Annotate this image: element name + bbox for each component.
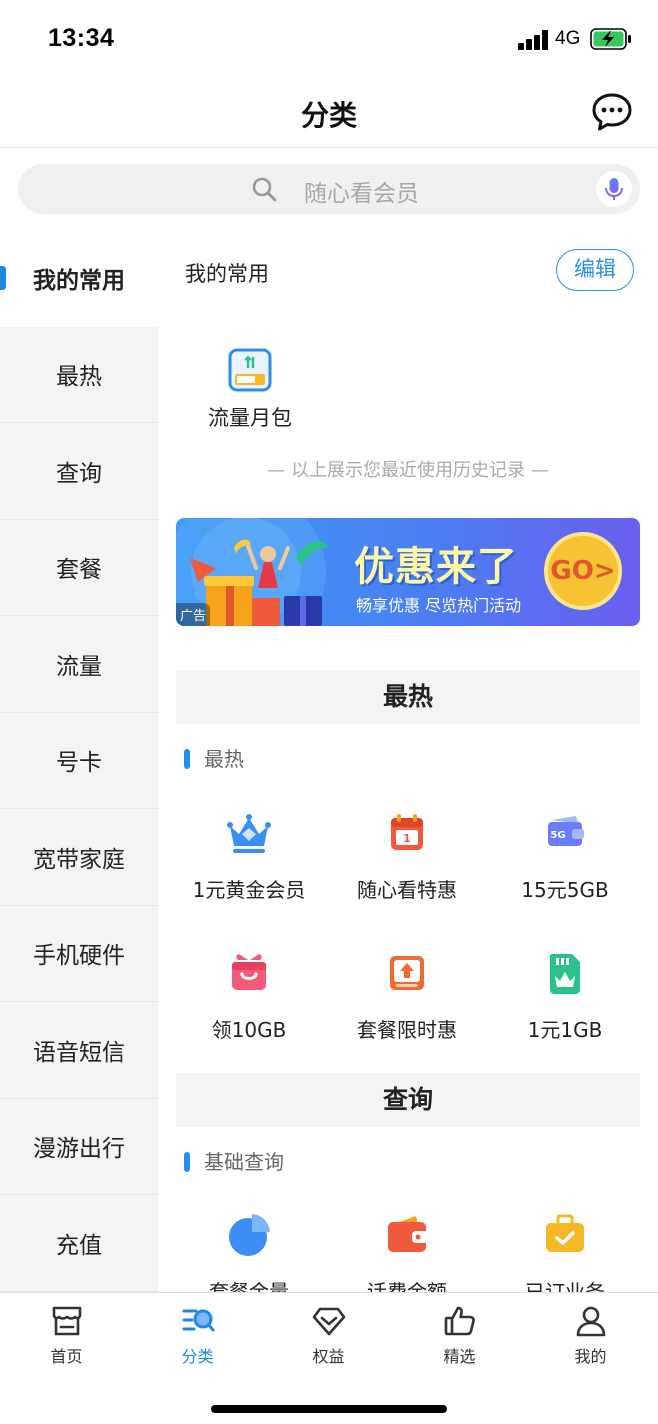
sidebar-item-favorites[interactable]: 我的常用 bbox=[0, 230, 158, 327]
tab-label: 首页 bbox=[50, 1347, 83, 1366]
tab-label: 分类 bbox=[181, 1347, 214, 1366]
diamond-icon bbox=[312, 1307, 345, 1336]
nav-bar: 分类 bbox=[0, 78, 658, 148]
grid-item-label: 1元黄金会员 bbox=[192, 878, 306, 902]
svg-text:1: 1 bbox=[403, 832, 411, 845]
home-indicator bbox=[211, 1405, 447, 1413]
grid-item-plan-limited-offer[interactable]: 套餐限时惠 bbox=[332, 948, 482, 1043]
sidebar-item-hot[interactable]: 最热 bbox=[0, 327, 158, 423]
banner-subtitle: 畅享优惠 尽览热门活动 bbox=[356, 596, 522, 615]
favorite-item-label: 流量月包 bbox=[208, 406, 292, 430]
grid-item-label: 套餐余量 bbox=[209, 1280, 289, 1292]
status-bar: 13:34 4G bbox=[0, 0, 658, 78]
status-time: 13:34 bbox=[48, 24, 115, 52]
sidebar-item-label: 最热 bbox=[56, 364, 102, 391]
sidebar-item-roaming[interactable]: 漫游出行 bbox=[0, 1099, 158, 1195]
edit-button[interactable]: 编辑 bbox=[556, 249, 634, 291]
search-icon bbox=[252, 177, 277, 202]
sim-card-icon bbox=[550, 954, 580, 994]
search-placeholder: 随心看会员 bbox=[304, 181, 419, 207]
subsection-title-basic-query: 基础查询 bbox=[184, 1150, 284, 1174]
category-search-icon bbox=[182, 1309, 214, 1332]
section-title-hot: 最热 bbox=[176, 670, 640, 724]
microphone-icon bbox=[605, 178, 623, 200]
sidebar-item-label: 语音短信 bbox=[33, 1039, 125, 1066]
grid-item-phone-balance[interactable]: 话费余额 bbox=[332, 1210, 482, 1292]
favorite-item[interactable]: 流量月包 bbox=[198, 348, 302, 432]
tab-mine[interactable]: 我的 bbox=[525, 1303, 656, 1367]
svg-text:5G: 5G bbox=[550, 830, 565, 841]
grid-item-plan-balance[interactable]: 套餐余量 bbox=[174, 1210, 324, 1292]
grid-item-claim-10gb[interactable]: 领10GB bbox=[174, 948, 324, 1043]
tab-home[interactable]: 首页 bbox=[1, 1303, 132, 1367]
grid-item-label: 领10GB bbox=[211, 1018, 287, 1042]
grid-item-1gb-deal[interactable]: 1元1GB bbox=[490, 948, 640, 1043]
history-note: — 以上展示您最近使用历史记录 — bbox=[267, 460, 549, 481]
bottom-tab-bar: 首页 分类 权益 精选 我的 bbox=[0, 1292, 658, 1424]
grid-item-5gb-plan[interactable]: 5G 15元5GB bbox=[490, 808, 640, 903]
gift-box-icon bbox=[232, 954, 266, 990]
sidebar-item-label: 套餐 bbox=[56, 557, 102, 584]
thumbs-up-icon bbox=[444, 1306, 475, 1336]
sidebar-item-label: 流量 bbox=[56, 653, 102, 680]
network-label: 4G bbox=[555, 28, 581, 49]
sidebar-item-sim-cards[interactable]: 号卡 bbox=[0, 713, 158, 809]
banner-go-button[interactable]: GO> bbox=[544, 532, 622, 610]
sidebar-item-hardware[interactable]: 手机硬件 bbox=[0, 906, 158, 1002]
sidebar-item-label: 宽带家庭 bbox=[33, 846, 125, 873]
sidebar-item-label: 号卡 bbox=[56, 750, 102, 777]
sidebar-item-voice-sms[interactable]: 语音短信 bbox=[0, 1002, 158, 1099]
tab-featured[interactable]: 精选 bbox=[394, 1303, 525, 1367]
category-content: 我的常用 编辑 流量月包 — 以上展示您最近使用历史记录 — 优惠来了 畅享优惠… bbox=[158, 230, 658, 1292]
grid-item-label: 已订业务 bbox=[525, 1280, 605, 1292]
grid-item-gold-member[interactable]: 1元黄金会员 bbox=[174, 808, 324, 903]
signal-icon bbox=[518, 30, 550, 50]
sidebar-item-plans[interactable]: 套餐 bbox=[0, 520, 158, 616]
promo-banner[interactable]: 优惠来了 畅享优惠 尽览热门活动 GO> 广告 bbox=[176, 518, 640, 626]
wallet-icon bbox=[388, 1216, 428, 1252]
grid-item-label: 15元5GB bbox=[521, 878, 609, 902]
grid-item-subscribed-services[interactable]: 已订业务 bbox=[490, 1210, 640, 1292]
sidebar-item-label: 查询 bbox=[56, 460, 102, 487]
upgrade-box-icon bbox=[390, 956, 424, 990]
sidebar-item-query[interactable]: 查询 bbox=[0, 423, 158, 520]
tab-label: 我的 bbox=[574, 1347, 607, 1366]
sidebar-item-broadband[interactable]: 宽带家庭 bbox=[0, 809, 158, 906]
tab-label: 精选 bbox=[443, 1347, 476, 1366]
tab-benefits[interactable]: 权益 bbox=[263, 1303, 394, 1367]
grid-item-label: 1元1GB bbox=[527, 1018, 603, 1042]
banner-title: 优惠来了 bbox=[354, 544, 518, 590]
tab-category[interactable]: 分类 bbox=[132, 1303, 263, 1367]
5g-card-icon: 5G bbox=[548, 816, 584, 846]
sidebar-item-recharge[interactable]: 充值 bbox=[0, 1195, 158, 1292]
sidebar-item-label: 充值 bbox=[56, 1232, 102, 1259]
section-title-query: 查询 bbox=[176, 1073, 640, 1127]
banner-go-label: GO> bbox=[550, 556, 616, 586]
grid-item-label: 话费余额 bbox=[367, 1280, 447, 1292]
microphone-button[interactable] bbox=[596, 171, 632, 207]
sidebar-item-label: 漫游出行 bbox=[33, 1136, 125, 1163]
sidebar-item-label: 我的常用 bbox=[33, 267, 125, 294]
battery-charging-icon bbox=[590, 28, 631, 50]
subsection-title-hot: 最热 bbox=[184, 747, 244, 771]
ad-tag: 广告 bbox=[176, 603, 211, 626]
data-package-icon bbox=[228, 348, 272, 392]
tab-label: 权益 bbox=[312, 1347, 345, 1366]
pie-chart-icon bbox=[229, 1214, 270, 1256]
crown-icon bbox=[227, 814, 271, 853]
grid-item-label: 套餐限时惠 bbox=[357, 1018, 457, 1042]
briefcase-check-icon bbox=[546, 1214, 584, 1252]
favorites-title: 我的常用 bbox=[185, 262, 269, 286]
category-sidebar: 我的常用 最热 查询 套餐 流量 号卡 宽带家庭 手机硬件 语音短信 漫游出行 … bbox=[0, 230, 158, 1292]
search-input[interactable]: 随心看会员 bbox=[18, 164, 640, 214]
home-store-icon bbox=[52, 1306, 81, 1336]
user-icon bbox=[576, 1306, 605, 1337]
sidebar-item-data[interactable]: 流量 bbox=[0, 616, 158, 713]
sidebar-item-label: 手机硬件 bbox=[33, 943, 125, 970]
grid-item-label: 随心看特惠 bbox=[357, 878, 457, 902]
grid-item-watch-deal[interactable]: 1 随心看特惠 bbox=[332, 808, 482, 903]
calendar-coupon-icon: 1 bbox=[391, 814, 423, 850]
page-title: 分类 bbox=[300, 99, 357, 132]
chat-bubble-icon[interactable] bbox=[590, 90, 634, 134]
